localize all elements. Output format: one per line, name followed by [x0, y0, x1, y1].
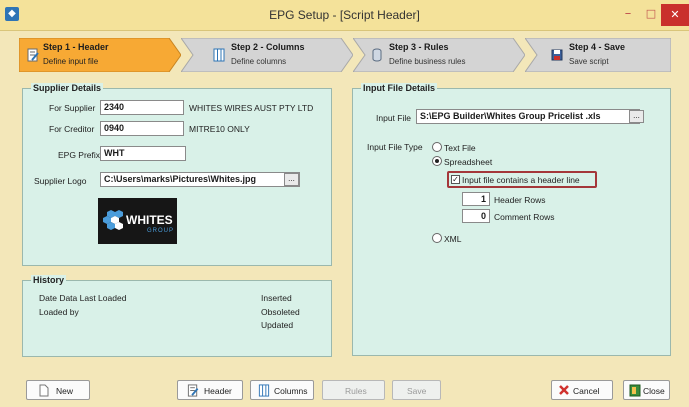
logo-text: WHITES — [126, 213, 173, 227]
logo-subtext: GROUP — [147, 228, 175, 234]
supplier-logo-input[interactable]: C:\Users\marks\Pictures\Whites.jpg — [100, 172, 300, 187]
history-panel: History — [22, 275, 332, 357]
spreadsheet-label: Spreadsheet — [444, 157, 493, 167]
logo-browse-button[interactable]: ... — [284, 173, 299, 186]
for-supplier-input[interactable]: 2340 — [100, 100, 184, 115]
for-creditor-label: For Creditor — [49, 124, 95, 134]
header-rows-input[interactable]: 1 — [462, 192, 490, 206]
cancel-button-label: Cancel — [573, 386, 600, 396]
step-columns-subtitle: Define columns — [231, 57, 287, 66]
step-rules[interactable]: Step 3 - Rules Define business rules — [353, 38, 525, 72]
step-rules-subtitle: Define business rules — [389, 57, 466, 66]
obsoleted-label: Obsoleted — [261, 307, 300, 317]
spreadsheet-radio[interactable] — [432, 156, 442, 166]
step-columns-title: Step 2 - Columns — [231, 42, 305, 52]
minimize-button[interactable]: – — [617, 4, 639, 26]
columns-icon — [213, 48, 225, 62]
header-button[interactable]: Header — [177, 380, 243, 400]
header-document-icon — [187, 384, 199, 397]
inserted-label: Inserted — [261, 293, 292, 303]
text-file-radio[interactable] — [432, 142, 442, 152]
columns-button-label: Columns — [274, 386, 308, 396]
input-file-details-panel: Input File Details — [352, 83, 671, 356]
columns-button-icon — [258, 384, 270, 397]
header-line-checkbox[interactable]: ✓ — [451, 175, 460, 184]
supplier-logo-label: Supplier Logo — [34, 176, 87, 186]
input-file-type-label: Input File Type — [367, 142, 423, 152]
document-pen-icon — [27, 48, 39, 62]
rules-button[interactable]: Rules — [322, 380, 385, 400]
step-rules-title: Step 3 - Rules — [389, 42, 449, 52]
cancel-button[interactable]: Cancel — [551, 380, 613, 400]
header-button-label: Header — [204, 386, 232, 396]
step-save-title: Step 4 - Save — [569, 42, 626, 52]
title-bar: ◆ EPG Setup - [Script Header] – □ ✕ — [0, 0, 689, 31]
header-line-label: Input file contains a header line — [462, 175, 580, 185]
new-document-icon — [39, 384, 49, 397]
save-button-label: Save — [407, 386, 427, 396]
close-button[interactable]: Close — [623, 380, 670, 400]
cancel-x-icon — [559, 385, 569, 395]
supplier-details-title: Supplier Details — [31, 83, 104, 93]
rules-button-label: Rules — [345, 386, 367, 396]
floppy-disk-icon — [551, 49, 563, 61]
new-button-label: New — [56, 386, 74, 396]
wizard-steps: Step 1 - Header Define input file Step 2… — [19, 38, 671, 72]
new-button[interactable]: New — [26, 380, 90, 400]
step-header-title: Step 1 - Header — [43, 42, 109, 52]
comment-rows-label: Comment Rows — [494, 212, 555, 222]
date-loaded-label: Date Data Last Loaded — [39, 293, 127, 303]
step-header-subtitle: Define input file — [43, 57, 99, 66]
for-supplier-name: WHITES WIRES AUST PTY LTD — [189, 103, 314, 113]
step-save[interactable]: Step 4 - Save Save script — [525, 38, 671, 72]
input-file-input[interactable]: S:\EPG Builder\Whites Group Pricelist .x… — [416, 109, 640, 124]
input-file-browse-button[interactable]: ... — [629, 110, 644, 123]
xml-radio[interactable] — [432, 233, 442, 243]
supplier-logo-image: WHITES GROUP — [98, 198, 177, 244]
epg-prefix-label: EPG Prefix — [58, 150, 101, 160]
columns-button[interactable]: Columns — [250, 380, 314, 400]
loaded-by-label: Loaded by — [39, 307, 79, 317]
text-file-label: Text File — [444, 143, 476, 153]
database-icon — [372, 48, 382, 62]
comment-rows-input[interactable]: 0 — [462, 209, 490, 223]
step-save-subtitle: Save script — [569, 57, 609, 66]
header-rows-label: Header Rows — [494, 195, 546, 205]
epg-prefix-input[interactable]: WHT — [100, 146, 186, 161]
save-button[interactable]: Save — [392, 380, 441, 400]
xml-label: XML — [444, 234, 462, 244]
step-header[interactable]: Step 1 - Header Define input file — [19, 38, 181, 72]
step-columns[interactable]: Step 2 - Columns Define columns — [181, 38, 353, 72]
close-button-label: Close — [643, 386, 665, 396]
window-title: EPG Setup - [Script Header] — [269, 8, 420, 22]
exit-door-icon — [629, 384, 641, 397]
close-window-button[interactable]: ✕ — [661, 4, 689, 26]
history-title: History — [31, 275, 67, 285]
input-file-label: Input File — [376, 113, 411, 123]
updated-label: Updated — [261, 320, 294, 330]
input-file-details-title: Input File Details — [361, 83, 438, 93]
maximize-button[interactable]: □ — [640, 4, 662, 26]
for-creditor-input[interactable]: 0940 — [100, 121, 184, 136]
for-supplier-label: For Supplier — [49, 103, 96, 113]
for-creditor-name: MITRE10 ONLY — [189, 124, 250, 134]
